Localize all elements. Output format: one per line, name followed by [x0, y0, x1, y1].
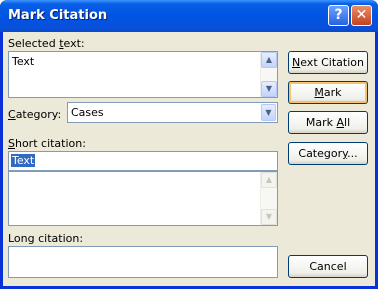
mark-button[interactable]: Mark: [288, 81, 368, 104]
category-value: Cases: [71, 106, 104, 119]
long-citation-input[interactable]: [8, 246, 278, 278]
title-bar: Mark Citation ? ✕: [0, 0, 378, 32]
short-citation-list[interactable]: ▲ ▼: [8, 171, 278, 226]
category-label: Category:: [8, 108, 62, 121]
next-citation-button[interactable]: Next Citation: [288, 51, 368, 74]
selected-text-box[interactable]: Text ▲ ▼: [8, 51, 278, 98]
selected-text-scrollbar[interactable]: ▲ ▼: [260, 52, 277, 97]
short-citation-input[interactable]: Text: [8, 151, 278, 171]
short-citation-scrollbar[interactable]: ▲ ▼: [260, 172, 277, 225]
close-icon: ✕: [355, 7, 368, 23]
cancel-button[interactable]: Cancel: [288, 255, 368, 278]
selected-text-value: Text: [12, 55, 35, 68]
selected-text-label: Selected text:: [8, 37, 85, 50]
dialog-title: Mark Citation: [8, 8, 108, 23]
scroll-down-icon[interactable]: ▼: [261, 209, 277, 225]
help-icon: ?: [334, 7, 343, 23]
mark-citation-dialog: Mark Citation ? ✕ Selected text: Text ▲ …: [0, 0, 378, 289]
dialog-body: Selected text: Text ▲ ▼ Category: Cases …: [3, 32, 375, 286]
scroll-down-icon[interactable]: ▼: [261, 81, 277, 97]
scroll-up-icon[interactable]: ▲: [261, 172, 277, 188]
mark-all-button[interactable]: Mark All: [288, 111, 368, 134]
close-button[interactable]: ✕: [351, 5, 372, 26]
scroll-up-icon[interactable]: ▲: [261, 52, 277, 68]
category-dropdown[interactable]: Cases ▼: [67, 102, 278, 123]
category-button[interactable]: Category...: [288, 142, 368, 165]
long-citation-label: Long citation:: [8, 232, 84, 245]
chevron-down-icon[interactable]: ▼: [261, 104, 276, 121]
help-button[interactable]: ?: [328, 5, 349, 26]
short-citation-value: Text: [11, 154, 36, 167]
short-citation-label: Short citation:: [8, 137, 86, 150]
